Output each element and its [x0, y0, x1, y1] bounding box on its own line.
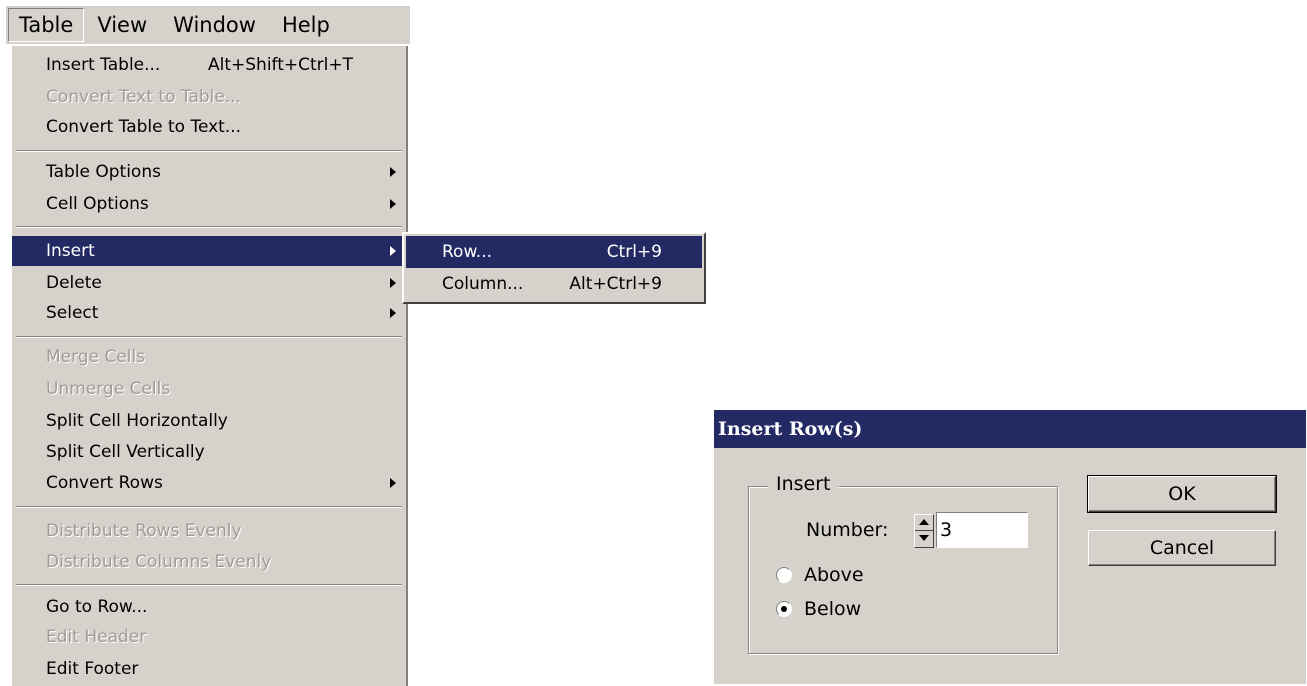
menu-item-label: Insert Table...: [46, 55, 161, 75]
spin-down-button[interactable]: [915, 531, 933, 546]
menu-item-split-vertically[interactable]: Split Cell Vertically: [12, 437, 406, 467]
submenu-arrow-icon: [390, 278, 396, 288]
number-label: Number:: [806, 519, 889, 541]
menu-item-label: Edit Footer: [46, 659, 139, 679]
menu-item-edit-header: Edit Header: [12, 622, 406, 652]
submenu-item-row[interactable]: Row... Ctrl+9: [406, 236, 702, 268]
submenu-arrow-icon: [390, 167, 396, 177]
menu-item-label: Convert Rows: [46, 473, 163, 493]
menu-item-label: Select: [46, 303, 99, 323]
menu-item-delete[interactable]: Delete: [12, 268, 406, 298]
menu-help[interactable]: Help: [269, 8, 343, 42]
menu-window[interactable]: Window: [160, 8, 269, 42]
menu-item-merge-cells: Merge Cells: [12, 342, 406, 372]
number-spinner[interactable]: [914, 514, 934, 548]
menu-item-cell-options[interactable]: Cell Options: [12, 189, 406, 219]
menu-item-unmerge-cells: Unmerge Cells: [12, 374, 406, 404]
arrow-down-icon: [919, 535, 929, 541]
menu-item-label: Insert: [46, 241, 95, 261]
radio-below-label: Below: [804, 598, 862, 620]
menu-item-shortcut: Ctrl+9: [606, 242, 662, 262]
radio-button-icon: [776, 567, 792, 583]
table-menu: Insert Table... Alt+Shift+Ctrl+T Convert…: [10, 46, 408, 686]
menu-item-label: Table Options: [46, 162, 161, 182]
menu-item-shortcut: Alt+Ctrl+9: [569, 274, 662, 294]
menu-item-label: Delete: [46, 273, 102, 293]
menu-item-shortcut: Alt+Shift+Ctrl+T: [208, 55, 354, 75]
spin-up-button[interactable]: [915, 515, 933, 531]
radio-above[interactable]: Above: [776, 562, 864, 588]
menu-separator: [16, 150, 402, 152]
radio-below[interactable]: Below: [776, 596, 861, 622]
ok-button[interactable]: OK: [1087, 475, 1277, 513]
menu-item-convert-table-to-text[interactable]: Convert Table to Text...: [12, 112, 406, 142]
submenu-arrow-icon: [390, 246, 396, 256]
insert-rows-dialog: Insert Row(s) Insert Number: Above Below…: [714, 410, 1306, 684]
submenu-item-column[interactable]: Column... Alt+Ctrl+9: [406, 268, 702, 300]
menu-item-table-options[interactable]: Table Options: [12, 157, 406, 187]
menu-item-label: Split Cell Vertically: [46, 442, 205, 462]
insert-submenu: Row... Ctrl+9 Column... Alt+Ctrl+9: [402, 232, 706, 304]
menu-item-distribute-rows: Distribute Rows Evenly: [12, 516, 406, 546]
menu-item-label: Distribute Rows Evenly: [46, 521, 242, 541]
menu-table[interactable]: Table: [8, 8, 85, 42]
menu-item-label: Unmerge Cells: [46, 379, 171, 399]
menu-item-edit-footer[interactable]: Edit Footer: [12, 654, 406, 684]
menu-item-convert-rows[interactable]: Convert Rows: [12, 468, 406, 498]
menu-separator: [16, 336, 402, 338]
cancel-button[interactable]: Cancel: [1088, 530, 1276, 566]
menu-item-insert-table[interactable]: Insert Table... Alt+Shift+Ctrl+T: [12, 50, 406, 80]
menu-item-label: Cell Options: [46, 194, 149, 214]
menu-separator: [16, 584, 402, 586]
submenu-arrow-icon: [390, 199, 396, 209]
menu-item-label: Go to Row...: [46, 597, 148, 617]
menu-item-label: Row...: [442, 242, 493, 262]
menu-item-label: Merge Cells: [46, 347, 146, 367]
menu-item-label: Edit Header: [46, 627, 147, 647]
menu-item-select[interactable]: Select: [12, 298, 406, 328]
dialog-title: Insert Row(s): [714, 410, 1306, 448]
menu-item-convert-text-to-table: Convert Text to Table...: [12, 82, 406, 112]
menu-item-label: Column...: [442, 274, 524, 294]
menu-item-label: Convert Table to Text...: [46, 117, 242, 137]
arrow-up-icon: [919, 519, 929, 525]
menu-item-go-to-row[interactable]: Go to Row...: [12, 592, 406, 622]
menu-separator: [16, 506, 402, 508]
menu-item-insert[interactable]: Insert: [12, 236, 406, 266]
menu-view[interactable]: View: [84, 8, 160, 42]
submenu-arrow-icon: [390, 308, 396, 318]
submenu-arrow-icon: [390, 478, 396, 488]
menu-separator: [16, 226, 402, 228]
number-input[interactable]: [936, 512, 1028, 548]
menu-item-label: Convert Text to Table...: [46, 87, 242, 107]
menu-item-distribute-columns: Distribute Columns Evenly: [12, 547, 406, 577]
menu-item-label: Split Cell Horizontally: [46, 411, 228, 431]
group-label: Insert: [768, 471, 839, 497]
menu-bar: Table View Window Help: [6, 6, 410, 44]
radio-button-selected-icon: [776, 601, 792, 617]
menu-item-split-horizontally[interactable]: Split Cell Horizontally: [12, 406, 406, 436]
radio-above-label: Above: [804, 564, 864, 586]
menu-item-label: Distribute Columns Evenly: [46, 552, 272, 572]
